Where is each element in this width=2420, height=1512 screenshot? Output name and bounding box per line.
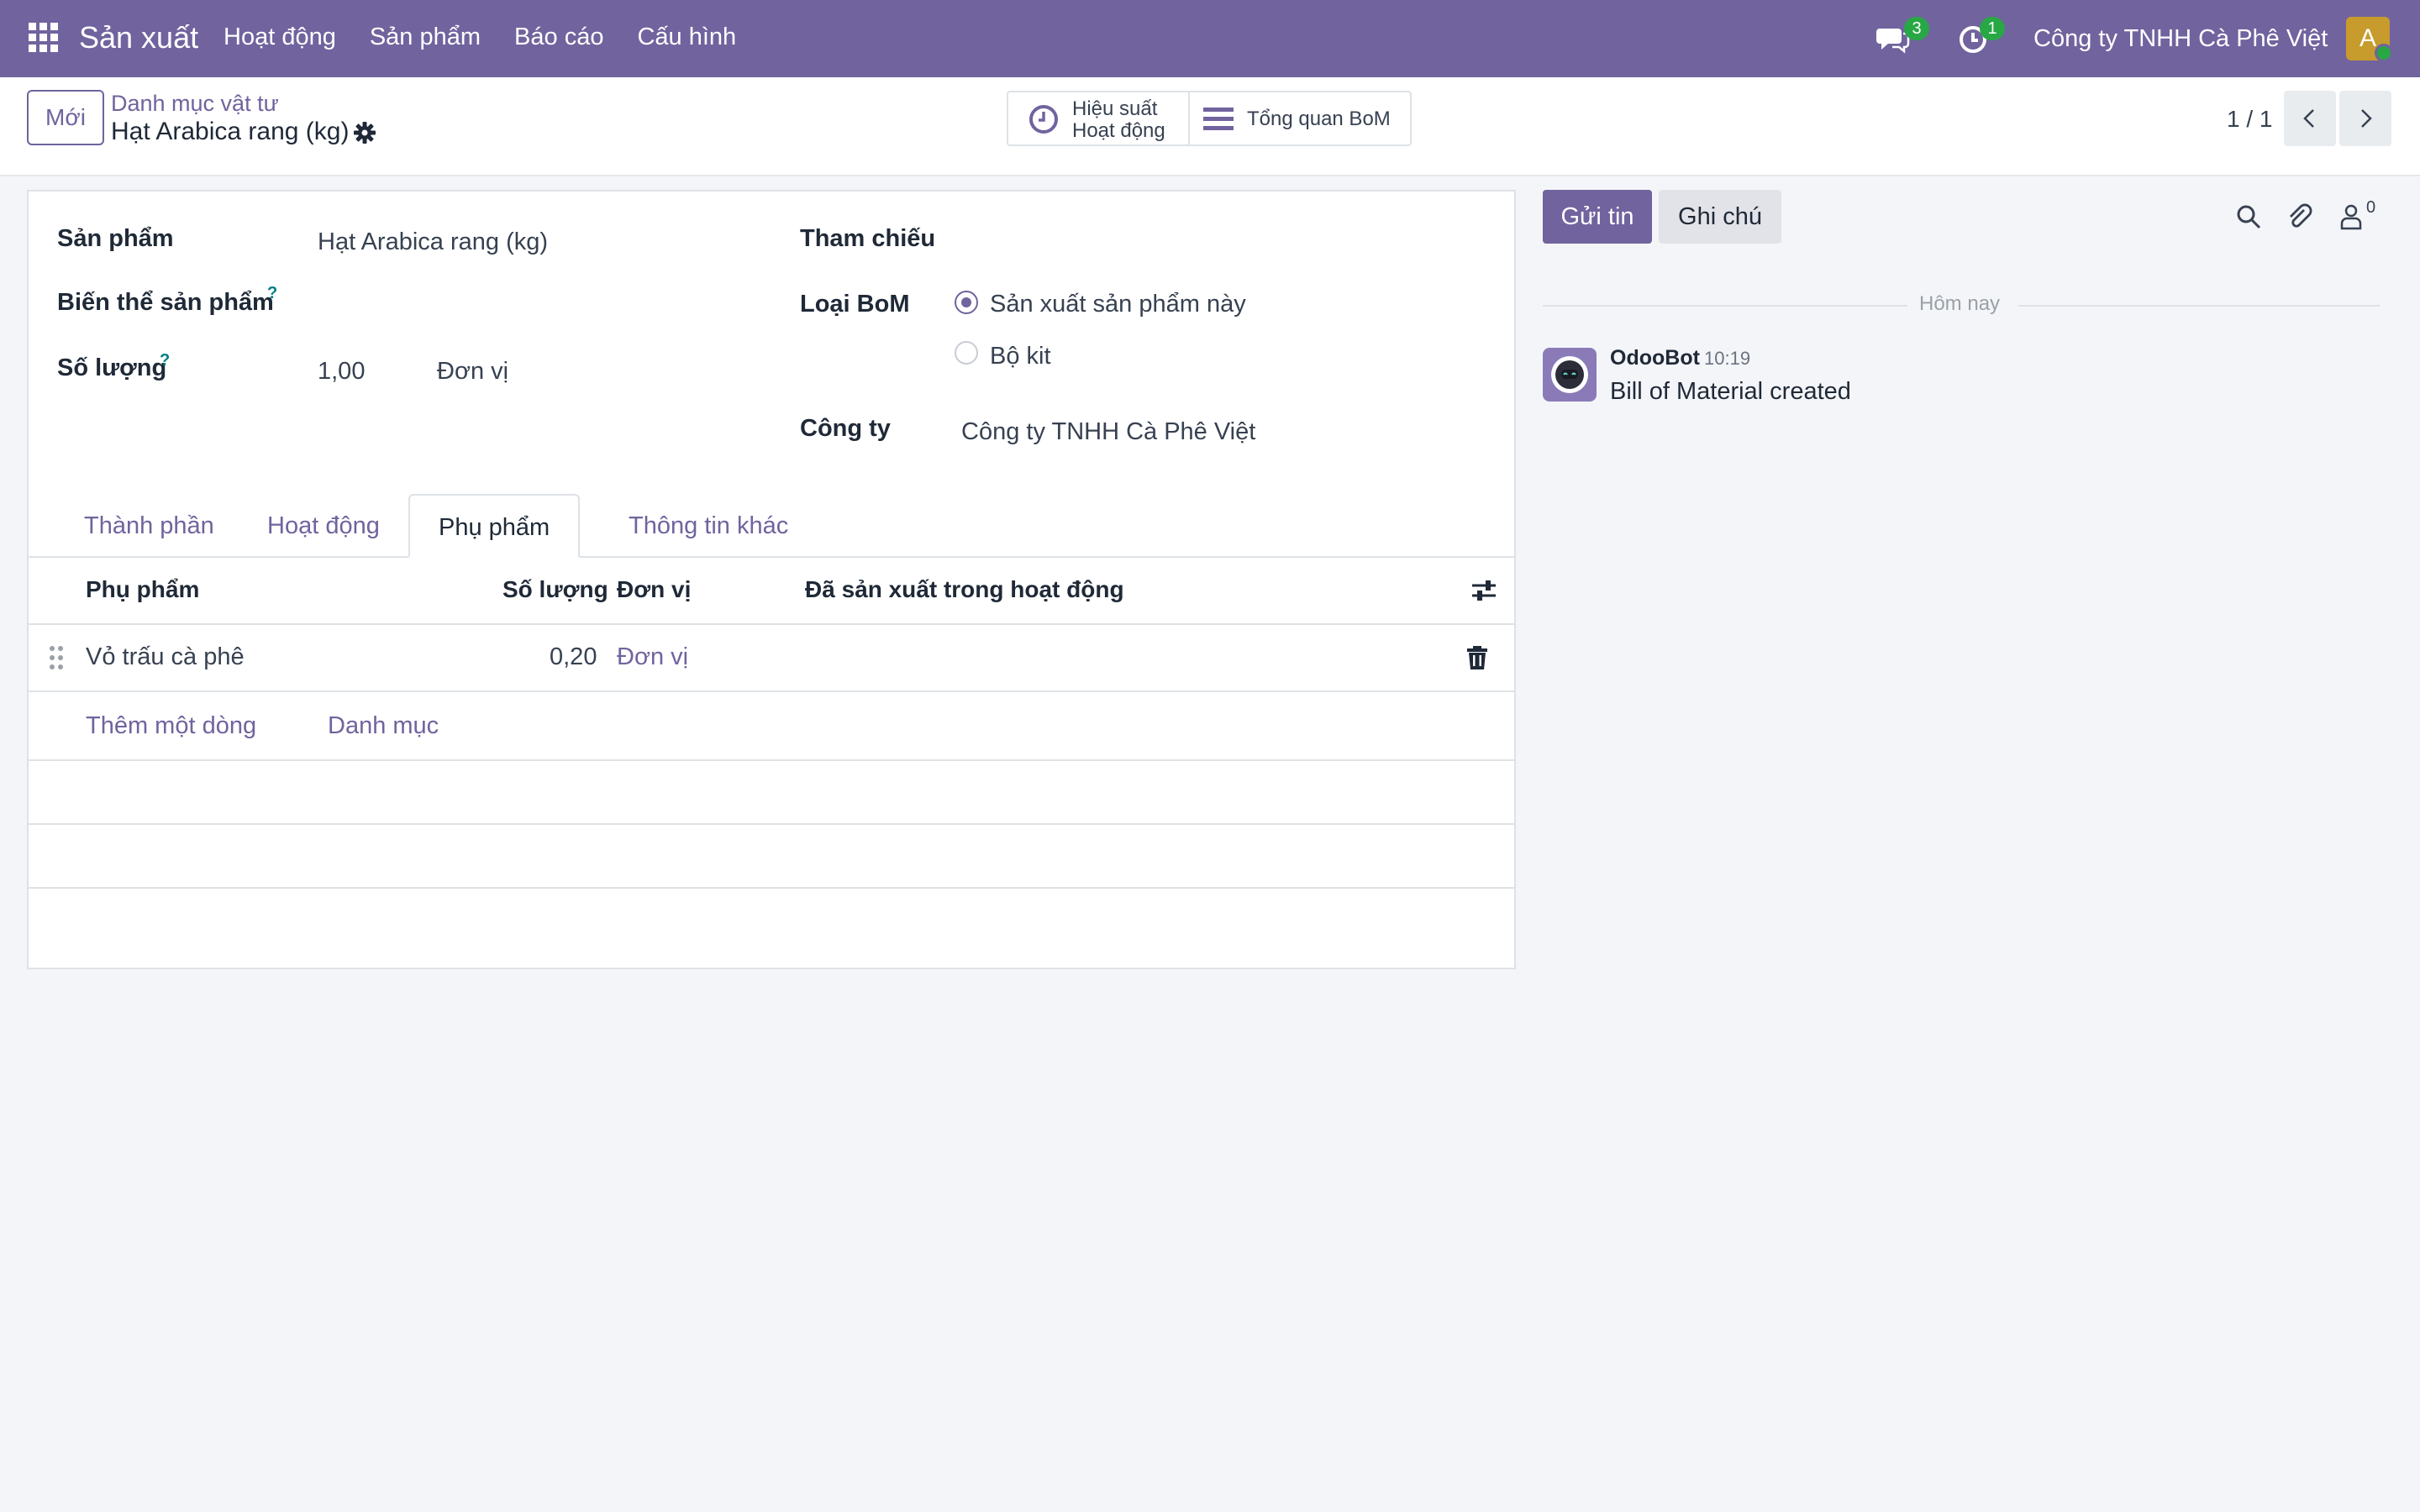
- send-message-button[interactable]: Gửi tin: [1543, 190, 1652, 244]
- messages-count-badge: 3: [1904, 17, 1929, 40]
- app-name[interactable]: Sản xuất: [79, 20, 198, 55]
- bars-icon: [1203, 108, 1234, 130]
- column-byproduct[interactable]: Phụ phẩm: [86, 576, 199, 603]
- byproduct-quantity-cell[interactable]: 0,20: [550, 643, 597, 671]
- top-navbar: Sản xuất Hoạt động Sản phẩm Báo cáo Cấu …: [0, 0, 2420, 77]
- bom-overview-label: Tổng quan BoM: [1247, 108, 1391, 130]
- variant-help-tooltip[interactable]: ?: [267, 284, 277, 303]
- activities-count-badge: 1: [1980, 17, 2005, 40]
- company-label: Công ty: [800, 415, 891, 442]
- breadcrumb-bom-list[interactable]: Danh mục vật tư: [111, 91, 279, 117]
- bom-type-kit-label[interactable]: Bộ kit: [990, 343, 1051, 370]
- catalog-link[interactable]: Danh mục: [328, 712, 439, 740]
- quantity-help-tooltip[interactable]: ?: [160, 351, 170, 370]
- product-field[interactable]: Hạt Arabica rang (kg): [318, 228, 548, 256]
- smart-buttons: Hiệu suất Hoạt động Tổng quan BoM: [1007, 91, 1412, 146]
- tab-miscellaneous[interactable]: Thông tin khác: [600, 494, 817, 558]
- control-panel: Mới Danh mục vật tư Hạt Arabica rang (kg…: [0, 77, 2420, 176]
- quantity-label: Số lượng: [57, 354, 167, 381]
- pager-value[interactable]: 1 / 1: [2227, 106, 2272, 133]
- table-row[interactable]: Vỏ trấu cà phê 0,20 Đơn vị: [29, 625, 1514, 692]
- followers-icon[interactable]: [2339, 203, 2363, 230]
- menu-operations[interactable]: Hoạt động: [224, 24, 336, 51]
- date-separator-line: [1543, 305, 1907, 307]
- form-sheet: Sản phẩm Hạt Arabica rang (kg) Biến thể …: [27, 190, 1516, 969]
- quantity-field[interactable]: 1,00: [318, 358, 365, 386]
- followers-count: 0: [2366, 198, 2376, 217]
- product-label: Sản phẩm: [57, 225, 174, 252]
- menu-configuration[interactable]: Cấu hình: [637, 24, 736, 51]
- add-line-link[interactable]: Thêm một dòng: [86, 712, 256, 740]
- apps-grid-icon[interactable]: [29, 23, 59, 53]
- paperclip-icon[interactable]: [2286, 202, 2312, 230]
- empty-row: [29, 825, 1514, 889]
- message-author[interactable]: OdooBot: [1610, 346, 1700, 370]
- bom-type-manufacture-label[interactable]: Sản xuất sản phẩm này: [990, 291, 1246, 318]
- add-row-controls: Thêm một dòng Danh mục: [29, 692, 1514, 761]
- gear-icon[interactable]: [353, 121, 376, 144]
- performance-smart-button[interactable]: Hiệu suất Hoạt động: [1008, 92, 1190, 144]
- drag-handle-icon[interactable]: [49, 645, 64, 670]
- byproduct-uom-cell[interactable]: Đơn vị: [617, 643, 688, 671]
- byproducts-table-header: Phụ phẩm Số lượng Đơn vị Đã sản xuất tro…: [29, 558, 1514, 625]
- message-time: 10:19: [1704, 348, 1751, 369]
- tab-byproducts[interactable]: Phụ phẩm: [408, 494, 581, 558]
- record-title: Hạt Arabica rang (kg): [111, 118, 350, 145]
- search-icon[interactable]: [2235, 203, 2262, 230]
- chevron-right-icon: [2361, 109, 2372, 128]
- menu-products[interactable]: Sản phẩm: [370, 24, 481, 51]
- operations-label: Hoạt động: [1072, 119, 1165, 142]
- online-status-dot: [2375, 44, 2393, 62]
- performance-label: Hiệu suất: [1072, 97, 1158, 120]
- date-separator-line: [2018, 305, 2380, 307]
- main-menu: Hoạt động Sản phẩm Báo cáo Cấu hình: [224, 24, 770, 51]
- clock-icon: [1029, 105, 1058, 134]
- bom-type-label: Loại BoM: [800, 291, 910, 318]
- date-separator: Hôm nay: [1919, 292, 2001, 315]
- new-button[interactable]: Mới: [27, 90, 104, 145]
- pager-previous-button[interactable]: [2284, 91, 2336, 146]
- tab-operations[interactable]: Hoạt động: [239, 494, 408, 558]
- reference-label: Tham chiếu: [800, 225, 936, 252]
- byproduct-name-cell[interactable]: Vỏ trấu cà phê: [86, 643, 245, 671]
- trash-icon[interactable]: [1465, 645, 1489, 670]
- empty-row: [29, 761, 1514, 825]
- odoobot-avatar[interactable]: [1543, 348, 1597, 402]
- bom-type-manufacture-radio[interactable]: [955, 291, 978, 314]
- column-quantity[interactable]: Số lượng: [502, 576, 608, 603]
- chevron-left-icon: [2303, 109, 2314, 128]
- pager-next-button[interactable]: [2339, 91, 2391, 146]
- column-produced-in-operation[interactable]: Đã sản xuất trong hoạt động: [805, 576, 1124, 603]
- company-field[interactable]: Công ty TNHH Cà Phê Việt: [961, 418, 1255, 446]
- bom-overview-smart-button[interactable]: Tổng quan BoM: [1190, 92, 1410, 144]
- product-variant-label: Biến thể sản phẩm: [57, 289, 274, 316]
- bom-type-kit-radio[interactable]: [955, 341, 978, 365]
- column-uom[interactable]: Đơn vị: [617, 576, 691, 603]
- company-switcher[interactable]: Công ty TNHH Cà Phê Việt: [2033, 25, 2328, 53]
- robot-face-icon: [1551, 356, 1588, 393]
- message-body: Bill of Material created: [1610, 378, 1851, 405]
- menu-reporting[interactable]: Báo cáo: [514, 24, 603, 51]
- log-note-button[interactable]: Ghi chú: [1659, 190, 1781, 244]
- quantity-uom-field[interactable]: Đơn vị: [437, 358, 508, 386]
- tab-components[interactable]: Thành phần: [55, 494, 243, 558]
- column-settings-icon[interactable]: [1470, 578, 1497, 603]
